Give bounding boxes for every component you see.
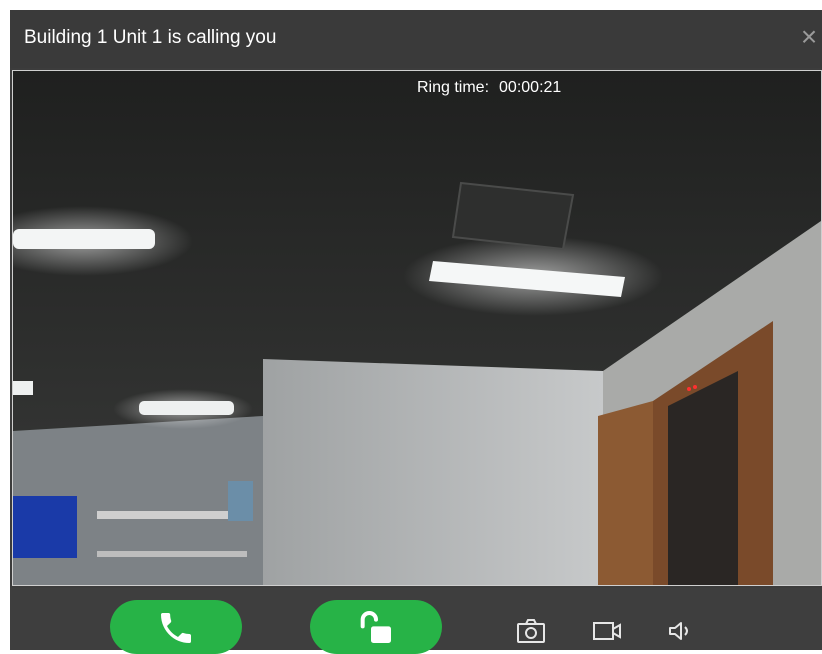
speaker-icon: [669, 622, 688, 640]
video-camera-icon: [593, 622, 621, 640]
ring-time-label: Ring time:: [417, 79, 490, 96]
camera-icon: [517, 619, 545, 643]
control-bar: [10, 588, 822, 654]
ring-time: Ring time: 00:00:21: [417, 79, 561, 97]
call-dialog: Building 1 Unit 1 is calling you × Ring …: [10, 10, 822, 654]
phone-icon: [161, 613, 191, 643]
ring-time-value: 00:00:21: [499, 79, 562, 96]
snapshot-button[interactable]: [516, 618, 546, 644]
close-icon[interactable]: ×: [796, 23, 822, 51]
unlock-icon: [360, 611, 391, 643]
title-bar: Building 1 Unit 1 is calling you ×: [10, 10, 822, 68]
camera-view-image: [13, 71, 821, 585]
answer-button[interactable]: [110, 600, 242, 654]
record-button[interactable]: [592, 618, 622, 644]
video-feed: Ring time: 00:00:21: [12, 70, 822, 586]
volume-button[interactable]: [666, 618, 696, 644]
dialog-title: Building 1 Unit 1 is calling you: [24, 27, 277, 48]
unlock-button[interactable]: [310, 600, 442, 654]
